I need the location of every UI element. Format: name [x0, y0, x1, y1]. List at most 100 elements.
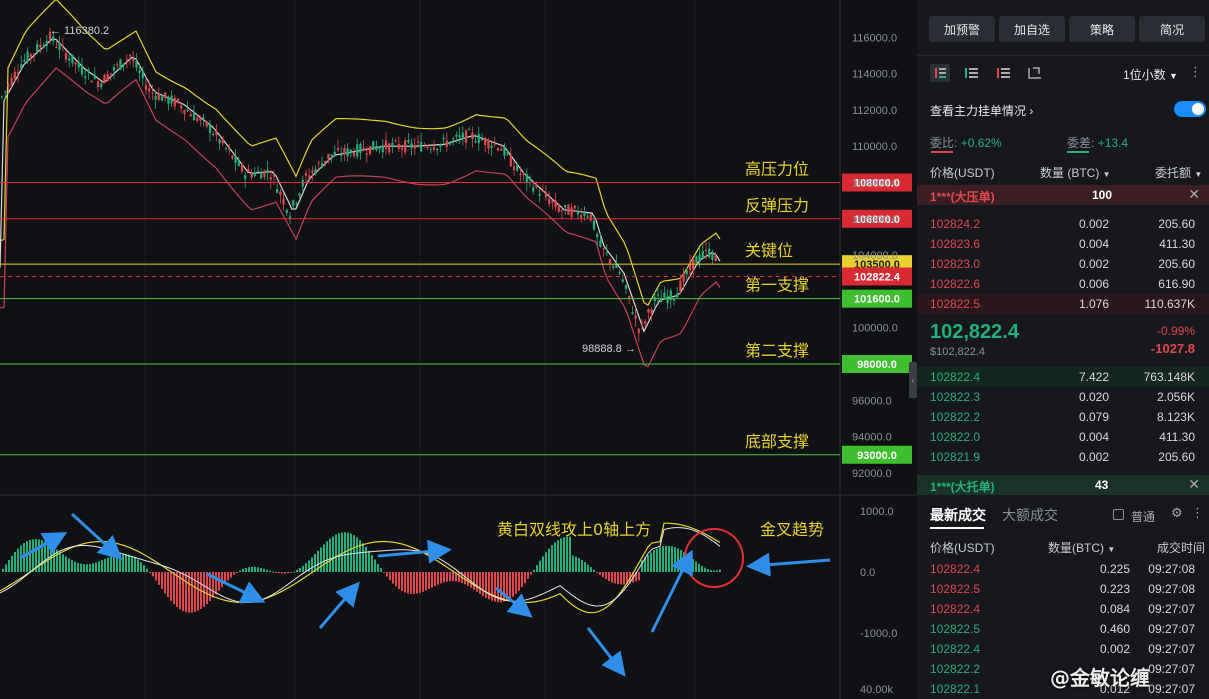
big-bid-row[interactable]: 1***(大托单) 43 ✕: [917, 475, 1209, 495]
main-orders-toggle[interactable]: [1174, 101, 1206, 117]
candle-body: [266, 169, 269, 173]
candle-body: [506, 151, 509, 155]
normal-checkbox[interactable]: [1113, 509, 1124, 520]
candle-body: [260, 172, 263, 179]
ask-row[interactable]: 102822.5 1.076 110.637K: [917, 294, 1209, 314]
candle-body: [71, 54, 74, 64]
change-absolute: -1027.8: [1150, 341, 1195, 356]
macd-histogram-bar: [509, 572, 511, 599]
macd-histogram-bar: [290, 572, 292, 573]
more-icon[interactable]: ⋮: [1189, 64, 1202, 80]
filter-icon[interactable]: ⚙: [1171, 505, 1183, 521]
candle-body: [276, 189, 279, 193]
chart-area[interactable]: 高压力位 108000.0 反弹压力 106000.0 关键位 103500.0 10282…: [0, 0, 917, 699]
strategy-button[interactable]: 策略: [1069, 16, 1135, 42]
macd-histogram-bar: [659, 547, 661, 572]
macd-histogram-bar: [281, 572, 283, 574]
price-axis-tick: 112000.0: [852, 105, 897, 117]
main-orders-link[interactable]: 查看主力挂单情况 ›: [930, 102, 1033, 119]
ask-row[interactable]: 102823.6 0.004 411.30: [917, 234, 1209, 254]
bid-price: 102822.0: [930, 430, 981, 444]
overview-button[interactable]: 简况: [1139, 16, 1205, 42]
candle-body: [234, 155, 237, 163]
macd-histogram-bar: [701, 565, 703, 572]
trade-col-qty[interactable]: 数量(BTC) ▼: [1048, 539, 1115, 556]
bid-row[interactable]: 102822.4 7.422 763.148K: [917, 367, 1209, 387]
candle-body: [624, 285, 628, 289]
chevron-down-icon: ▼: [1107, 545, 1116, 554]
macd-histogram-bar: [71, 560, 73, 572]
trade-qty: 0.084: [1099, 602, 1130, 616]
candle-body: [522, 172, 525, 175]
macd-histogram-bar: [29, 539, 31, 572]
macd-histogram-bar: [128, 554, 130, 572]
macd-histogram-bar: [428, 572, 430, 590]
precision-select[interactable]: 1位小数 ▼: [1123, 66, 1178, 83]
big-ask-row[interactable]: 1***(大压单) 100 ✕: [917, 185, 1209, 205]
candle-body: [580, 215, 583, 219]
orderbook-asks-icon[interactable]: [994, 64, 1014, 82]
add-alert-button[interactable]: 加预警: [929, 16, 995, 42]
macd-histogram-bar: [14, 551, 16, 572]
close-icon[interactable]: ✕: [1188, 186, 1200, 203]
ask-total: 616.90: [1158, 277, 1195, 291]
tab-large-trades[interactable]: 大额成交: [1002, 505, 1058, 525]
add-watchlist-button[interactable]: 加自选: [999, 16, 1065, 42]
candle-body: [528, 177, 532, 181]
price-level-label: 第二支撑: [745, 341, 809, 360]
price-axis-tick: 110000.0: [852, 141, 897, 153]
candle-body: [480, 139, 484, 141]
macd-histogram-bar: [437, 572, 439, 585]
macd-histogram-bar: [473, 572, 475, 590]
bid-row[interactable]: 102822.3 0.020 2.056K: [917, 387, 1209, 407]
candle-body: [87, 69, 90, 73]
candle-body: [448, 141, 452, 145]
ask-total: 110.637K: [1144, 297, 1196, 311]
divider: [917, 55, 1209, 56]
macd-histogram-bar: [716, 570, 718, 572]
candle-body: [599, 240, 602, 247]
close-icon[interactable]: ✕: [1188, 476, 1200, 493]
ask-row[interactable]: 102823.0 0.002 205.60: [917, 254, 1209, 274]
orderbook-both-icon[interactable]: [930, 64, 950, 82]
macd-histogram-bar: [698, 563, 700, 572]
macd-histogram-bar: [26, 541, 28, 572]
candle-body: [554, 200, 557, 207]
tab-latest-trades[interactable]: 最新成交: [930, 505, 986, 525]
low-price-label: 98888.8 →: [582, 343, 636, 355]
price-chart[interactable]: 高压力位108000.0反弹压力106000.0关键位103500.010282…: [0, 0, 917, 699]
more-icon[interactable]: ⋮: [1191, 505, 1204, 521]
watermark: @金敏论缠: [1050, 666, 1150, 690]
diff-value: +13.4: [1097, 136, 1129, 150]
trading-screen: 高压力位 108000.0 反弹压力 106000.0 关键位 103500.0 10282…: [0, 0, 1209, 699]
macd-histogram-bar: [311, 557, 313, 572]
macd-histogram-bar: [374, 559, 376, 572]
orderbook-bids-icon[interactable]: [962, 64, 982, 82]
candle-body: [52, 36, 55, 42]
candle-body: [695, 256, 698, 263]
candle-body: [343, 147, 346, 154]
ask-row[interactable]: 102824.2 0.002 205.60: [917, 214, 1209, 234]
bid-row[interactable]: 102822.2 0.079 8.123K: [917, 407, 1209, 427]
price-level-value: 102822.4: [854, 271, 901, 283]
bid-total: 763.148K: [1143, 370, 1195, 384]
macd-histogram-bar: [521, 572, 523, 588]
candle-body: [253, 172, 256, 176]
candle-body: [333, 151, 336, 156]
macd-histogram-bar: [182, 572, 184, 612]
price-level-label: 第一支撑: [745, 276, 809, 295]
macd-histogram-bar: [5, 564, 7, 572]
ask-row[interactable]: 102822.6 0.006 616.90: [917, 274, 1209, 294]
col-total-header[interactable]: 委托额 ▼: [1155, 164, 1202, 181]
depth-icon[interactable]: [1025, 64, 1045, 82]
bid-price: 102822.3: [930, 390, 981, 404]
panel-collapse-handle[interactable]: ‹: [909, 362, 917, 398]
candle-body: [42, 46, 45, 48]
bid-row[interactable]: 102822.0 0.004 411.30: [917, 427, 1209, 447]
macd-histogram-bar: [77, 562, 79, 572]
col-qty-header[interactable]: 数量 (BTC) ▼: [1040, 164, 1111, 181]
trade-qty: 0.002: [1099, 642, 1130, 656]
bid-row[interactable]: 102821.9 0.002 205.60: [917, 447, 1209, 467]
macd-histogram-bar: [341, 532, 343, 572]
candle-body: [551, 200, 554, 203]
